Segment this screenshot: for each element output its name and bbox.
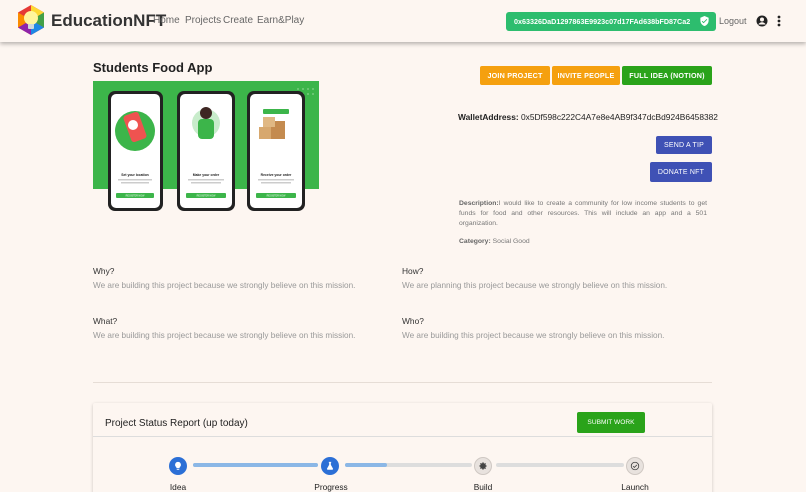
project-category: Category: Social Good bbox=[459, 238, 530, 245]
why-text: We are building this project because we … bbox=[93, 281, 356, 290]
project-wallet-address: WalletAddress: 0x5Df598c222C4A7e8e4AB9f3… bbox=[458, 112, 718, 122]
join-project-button[interactable]: JOIN PROJECT bbox=[480, 66, 550, 85]
check-circle-icon bbox=[630, 461, 640, 471]
full-idea-notion-button[interactable]: FULL IDEA (NOTION) bbox=[622, 66, 712, 85]
flask-icon bbox=[326, 461, 334, 470]
what-text: We are building this project because we … bbox=[93, 331, 356, 340]
wallet-address-value: 0x5Df598c222C4A7e8e4AB9f347dcBd924B64583… bbox=[520, 112, 718, 122]
why-heading: Why? bbox=[93, 266, 115, 276]
logout-link[interactable]: Logout bbox=[719, 16, 747, 26]
submit-work-button[interactable]: SUBMIT WORK bbox=[577, 412, 645, 433]
screen-1-title: Set your location bbox=[121, 173, 149, 177]
screen-2-button: REGISTER NOW bbox=[197, 195, 216, 198]
nav-create-link[interactable]: Create bbox=[223, 15, 253, 26]
more-vert-icon[interactable] bbox=[776, 15, 782, 27]
how-heading: How? bbox=[402, 266, 424, 276]
step-progress-icon[interactable] bbox=[321, 457, 339, 475]
lightbulb-icon bbox=[175, 461, 181, 470]
who-text: We are building this project because we … bbox=[402, 331, 665, 340]
description-label: Description: bbox=[459, 200, 499, 207]
category-value: Social Good bbox=[492, 238, 530, 245]
donate-nft-button[interactable]: DONATE NFT bbox=[650, 162, 712, 182]
step-build-icon[interactable] bbox=[474, 457, 492, 475]
card-divider bbox=[93, 436, 712, 437]
step-label-build: Build bbox=[473, 482, 493, 492]
top-app-bar: EducationNFT Home Projects Create Earn&P… bbox=[0, 0, 806, 42]
what-heading: What? bbox=[93, 316, 118, 326]
nav-home-link[interactable]: Home bbox=[153, 15, 180, 26]
wallet-address-label: 0x63326DaD1297863E9923c07d17FAd638bFD87C… bbox=[514, 17, 691, 26]
wallet-address-label: WalletAddress: bbox=[458, 112, 519, 122]
step-launch-icon[interactable] bbox=[626, 457, 644, 475]
step-idea-icon[interactable] bbox=[169, 457, 187, 475]
project-cover-image: Set your location REGISTER NOW Make your… bbox=[93, 81, 319, 221]
lightbulb-logo-icon[interactable] bbox=[15, 4, 47, 38]
step-connector-2 bbox=[345, 463, 472, 467]
account-circle-icon[interactable] bbox=[756, 15, 768, 27]
section-divider bbox=[93, 382, 712, 383]
how-text: We are planning this project because we … bbox=[402, 281, 668, 290]
step-connector-1 bbox=[193, 463, 318, 467]
gear-icon bbox=[479, 462, 487, 470]
brand-name[interactable]: EducationNFT bbox=[51, 11, 166, 31]
project-status-card: Project Status Report (up today) SUBMIT … bbox=[93, 403, 712, 492]
project-title: Students Food App bbox=[93, 60, 213, 75]
screen-2-title: Make your order bbox=[193, 173, 220, 177]
step-label-progress: Progress bbox=[314, 482, 348, 492]
step-connector-2-fill bbox=[345, 463, 387, 467]
shield-check-icon bbox=[700, 15, 709, 27]
who-heading: Who? bbox=[402, 316, 424, 326]
status-card-title: Project Status Report (up today) bbox=[105, 418, 248, 429]
step-connector-1-fill bbox=[193, 463, 318, 467]
category-label: Category: bbox=[459, 238, 491, 245]
invite-people-button[interactable]: INVITE PEOPLE bbox=[552, 66, 620, 85]
screen-3-button: REGISTER NOW bbox=[267, 195, 286, 198]
send-tip-button[interactable]: SEND A TIP bbox=[656, 136, 712, 154]
nav-projects-link[interactable]: Projects bbox=[185, 15, 221, 26]
step-connector-3 bbox=[496, 463, 624, 467]
step-label-launch: Launch bbox=[621, 482, 649, 492]
connected-wallet-button[interactable]: 0x63326DaD1297863E9923c07d17FAd638bFD87C… bbox=[506, 12, 716, 31]
step-label-idea: Idea bbox=[169, 482, 187, 492]
screen-3-title: Receive your order bbox=[261, 173, 292, 177]
screen-1-button: REGISTER NOW bbox=[126, 195, 145, 198]
project-description: Description:I would like to create a com… bbox=[459, 199, 707, 229]
nav-earn-play-link[interactable]: Earn&Play bbox=[257, 15, 304, 26]
